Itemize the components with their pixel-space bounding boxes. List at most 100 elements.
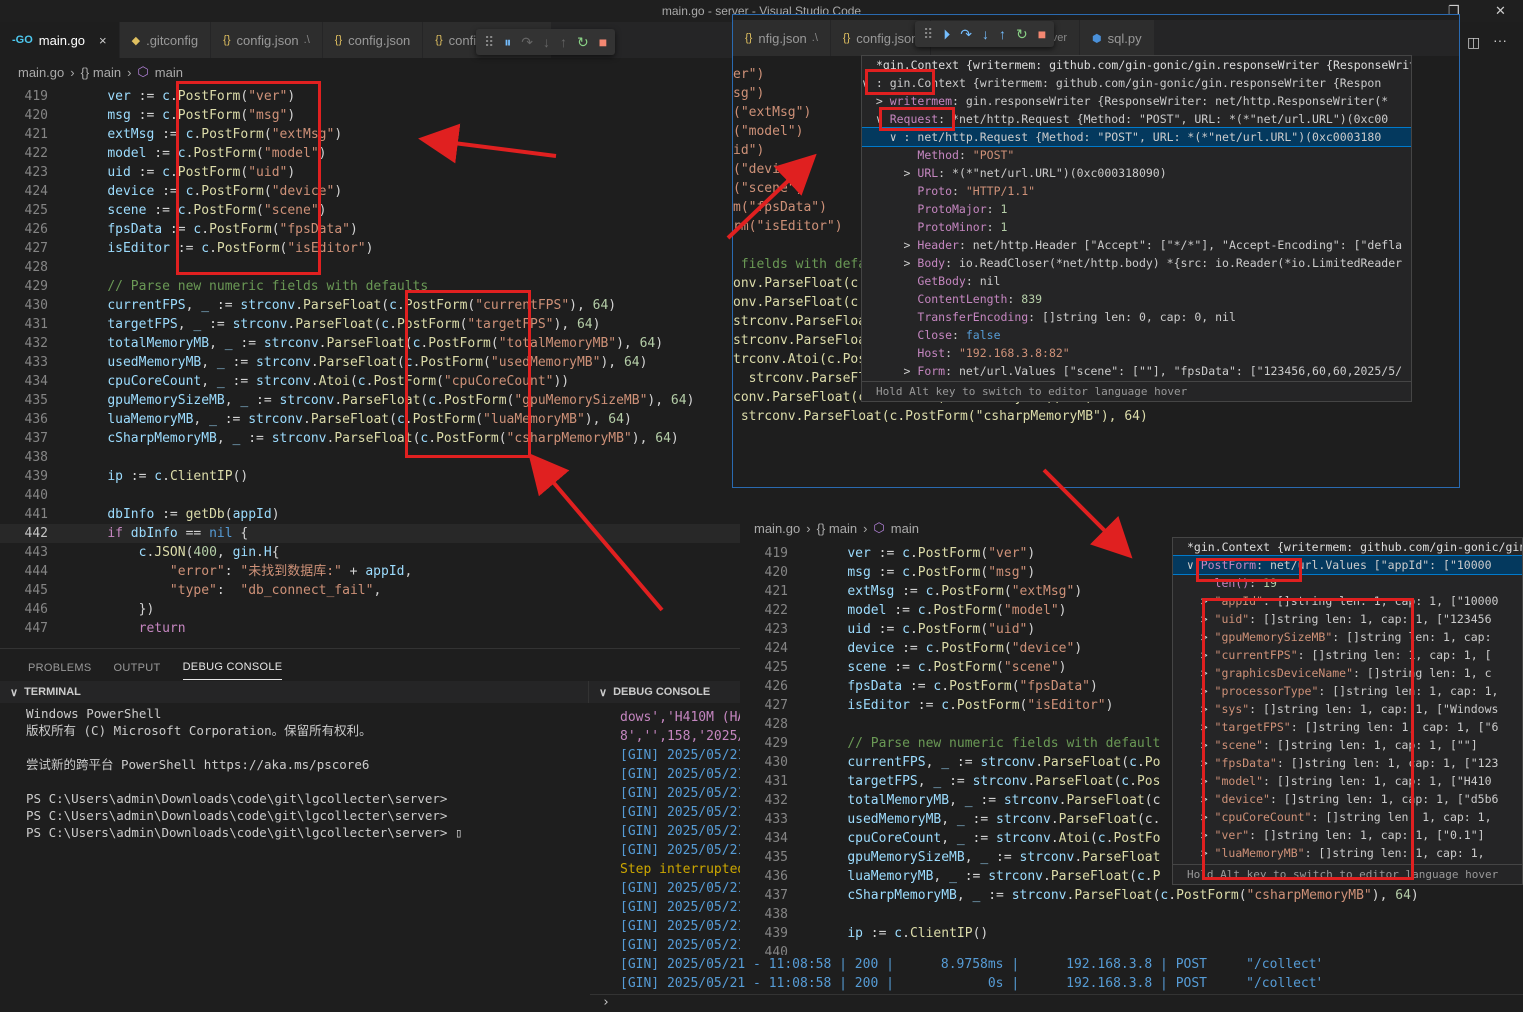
breadcrumb-item[interactable]: {} main [81,65,121,80]
continue-button[interactable]: ⏵ [943,26,950,43]
more-actions-icon[interactable]: ··· [1493,32,1507,48]
close-icon[interactable]: × [99,33,107,48]
code-line[interactable]: 437 cSharpMemoryMB, _ := strconv. ParseFl… [740,886,1523,905]
code-line[interactable]: 435 gpuMemorySizeMB, _ := strconv. ParseF… [0,391,740,410]
code-line[interactable]: 420 msg := c. PostForm("msg") [0,106,740,125]
hover-title: *gin.Context {writermem: github.com/gin-… [1187,540,1522,554]
step-into-button[interactable]: ↓ [982,26,989,42]
code-token: , [917,774,934,789]
code-line[interactable]: 423 uid := c. PostForm("uid") [0,163,740,182]
breadcrumb-item[interactable]: main [155,65,183,80]
code-line[interactable]: 434 cpuCoreCount, _ := strconv. Atoi(c. Po… [0,372,740,391]
debug-console-input[interactable]: › [590,994,1523,1012]
chevron-right-icon: › [806,520,811,536]
code-token: strconv.ParseFloa [733,314,867,329]
hover-token: Header [917,238,959,252]
hover-row[interactable]: > Form: net/url.Values ["scene": [""], "… [862,362,1411,380]
code-line[interactable]: 436 luaMemoryMB, _ := strconv. ParseFloat… [0,410,740,429]
tab-sql-py[interactable]: ⬢ sql.py [1080,20,1155,56]
step-over-button[interactable]: ↷ [521,34,533,51]
tab-nfig-json[interactable]: {} nfig.json .\ [733,20,831,56]
code-line[interactable]: 429 // Parse new numeric fields with def… [0,277,740,296]
tab-config-json[interactable]: {} config.json .\ [211,22,323,58]
breadcrumb-item[interactable]: main.go [18,65,64,80]
hover-row[interactable]: > Body: io.ReadCloser(*net/http.body) *{… [862,254,1411,272]
breadcrumb-item[interactable]: main [891,521,919,536]
tab-output[interactable]: OUTPUT [114,656,161,680]
tab-debug-console[interactable]: DEBUG CONSOLE [182,655,283,680]
tab-config-json[interactable]: {} config.json [322,22,424,58]
line-number: 435 [24,393,48,408]
hover-row[interactable]: Host: "192.168.3.8:82" [862,344,1411,362]
close-icon[interactable]: ✕ [1495,0,1506,22]
code-line[interactable]: 432 totalMemoryMB, _ := strconv. ParseFlo… [0,334,740,353]
tab-problems[interactable]: PROBLEMS [28,656,92,680]
code-line[interactable]: 446 }) [0,600,740,619]
hover-row[interactable]: ProtoMinor: 1 [862,218,1411,236]
code-token: ) [334,127,343,142]
code-line[interactable]: 439 ip := c. ClientIP() [0,467,740,486]
code-line[interactable]: 440 [0,486,740,505]
code-line[interactable]: 426 fpsData := c. PostForm("fpsData") [0,220,740,239]
drag-handle[interactable]: ⠿ [923,26,933,43]
breadcrumb-item[interactable]: {} main [817,521,857,536]
hover-row[interactable]: Proto: "HTTP/1.1" [862,182,1411,200]
code-line[interactable]: 424 device := c. PostForm("device") [0,182,740,201]
code-line[interactable]: 441 dbInfo := getDb(appId) [0,505,740,524]
hover-row[interactable]: > Header: net/http.Header ["Accept": ["*… [862,236,1411,254]
code-token: , [941,831,957,846]
tab-main-go[interactable]: -GO main.go × [0,22,120,58]
step-over-button[interactable]: ↷ [960,26,972,43]
panel-tabs: PROBLEMS OUTPUT DEBUG CONSOLE [28,655,283,680]
code-line[interactable]: 439 ip := c. ClientIP() [740,924,1523,943]
code-line[interactable]: 440 [740,943,1523,955]
main-code-editor[interactable]: 419 ver := c. PostForm("ver") 420 msg := c… [0,87,740,648]
code-line[interactable]: 447 return [0,619,740,638]
tab--gitconfig[interactable]: ◆ .gitconfig [119,22,212,58]
debug-console-header[interactable]: ∨ DEBUG CONSOLE [588,681,748,703]
stop-button[interactable]: ■ [599,34,607,50]
code-token: strconv.ParseFloat(c.PostForm("csharpMem… [733,409,1148,424]
pause-button[interactable]: ⏸ [504,34,511,51]
code-token: . [1129,774,1137,789]
code-token: strconv [240,298,296,313]
stop-button[interactable]: ■ [1038,26,1046,42]
code-line[interactable]: 427 isEditor := c. PostForm("isEditor") [0,239,740,258]
code-line[interactable]: 431 targetFPS, _ := strconv. ParseFloat(c… [0,315,740,334]
code-token: _ [933,774,942,789]
restart-button[interactable]: ↻ [577,34,589,51]
hover-row[interactable]: Close: false [862,326,1411,344]
hover-row[interactable]: > URL: *(*"net/url.URL")(0xc000318090) [862,164,1411,182]
code-line[interactable]: 438 [740,905,1523,924]
restart-button[interactable]: ↻ [1016,26,1028,43]
code-line[interactable]: 437 cSharpMemoryMB, _ := strconv. ParseFl… [0,429,740,448]
code-line[interactable]: 428 [0,258,740,277]
hover-row[interactable]: ProtoMajor: 1 [862,200,1411,218]
breadcrumb-item[interactable]: main.go [754,521,800,536]
code-line[interactable]: 443 c. JSON(400, gin. H{ [0,543,740,562]
step-out-button[interactable]: ↑ [560,34,567,50]
code-line[interactable]: 421 extMsg := c. PostForm("extMsg") [0,125,740,144]
code-line[interactable]: 442 if dbInfo == nil { [0,524,740,543]
drag-handle[interactable]: ⠿ [484,34,494,51]
hover-row[interactable]: ∨ : gin.Context {writermem: github.com/g… [862,74,1411,92]
code-line[interactable]: 430 currentFPS, _ := strconv. ParseFloat(… [0,296,740,315]
code-line[interactable]: 445 "type": "db_connect_fail", [0,581,740,600]
code-line[interactable]: 438 [0,448,740,467]
split-editor-icon[interactable]: ◫ [1467,34,1480,51]
step-out-button[interactable]: ↑ [999,26,1006,42]
code-line[interactable]: 422 model := c. PostForm("model") [0,144,740,163]
terminal-header[interactable]: ∨ TERMINAL [0,681,588,703]
hover-row[interactable]: ContentLength: 839 [862,290,1411,308]
hover-row[interactable]: Method: "POST" [862,146,1411,164]
code-line[interactable]: 425 scene := c. PostForm("scene") [0,201,740,220]
code-line[interactable]: 419 ver := c. PostForm("ver") [0,87,740,106]
step-into-button[interactable]: ↓ [543,34,550,50]
terminal-output[interactable]: Windows PowerShell 版权所有 (C) Microsoft Cor… [26,705,586,841]
hover-row[interactable]: GetBody: nil [862,272,1411,290]
hover-row[interactable]: TransferEncoding: []string len: 0, cap: … [862,308,1411,326]
code-line[interactable]: 444 "error": "未找到数据库:" + appId, [0,562,740,581]
code-line[interactable]: 433 usedMemoryMB, _ := strconv. ParseFloa… [0,353,740,372]
